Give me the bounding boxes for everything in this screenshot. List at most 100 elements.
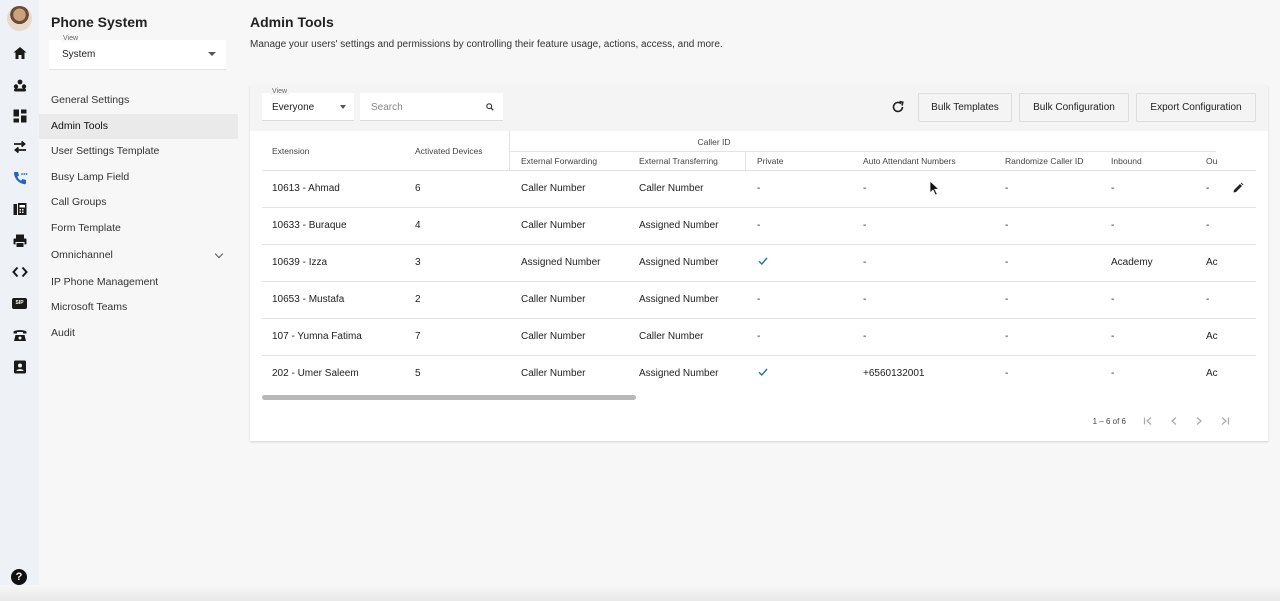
cell-transferring: Caller Number (639, 331, 704, 342)
cell-outbound: - (1206, 220, 1210, 231)
cell-forwarding: Assigned Number (521, 257, 601, 268)
view-filter-select[interactable]: View Everyone (262, 88, 354, 121)
help-icon[interactable]: ? (11, 569, 27, 585)
search-input[interactable] (360, 93, 480, 121)
cell-extension: 202 - Umer Saleem (272, 368, 359, 379)
cell-inbound: - (1111, 331, 1115, 342)
check-icon (758, 368, 768, 377)
row-divider (262, 244, 1256, 245)
cell-devices: 7 (415, 331, 421, 342)
contact-card-icon[interactable] (10, 357, 29, 376)
cell-inbound: - (1111, 220, 1115, 231)
cell-auto-attendant: - (863, 294, 867, 305)
header-bottom-border (262, 170, 1256, 171)
sidebar-item-call-groups[interactable]: Call Groups (39, 190, 238, 215)
view-select-value: System (62, 49, 96, 60)
bottom-shadow (0, 585, 1280, 601)
previous-page-icon[interactable] (1167, 414, 1181, 428)
cell-transferring: Assigned Number (639, 368, 719, 379)
column-header-external-forwarding[interactable]: External Forwarding (521, 156, 597, 166)
sidebar-item-omnichannel[interactable]: Omnichannel (39, 243, 238, 268)
cell-inbound: Academy (1111, 257, 1153, 268)
caret-down-icon (340, 105, 346, 109)
export-configuration-button[interactable]: Export Configuration (1136, 93, 1256, 122)
avatar[interactable] (7, 6, 32, 31)
fax-icon[interactable] (10, 199, 29, 218)
table-toolbar: View Everyone Bulk Templates Bulk Config… (250, 85, 1268, 131)
cell-randomize: - (1005, 257, 1009, 268)
cell-outbound: Ac (1206, 331, 1218, 342)
cell-randomize: - (1005, 183, 1009, 194)
cell-extension: 10633 - Buraque (272, 220, 347, 231)
sidebar-item-audit[interactable]: Audit (39, 321, 238, 346)
admin-table: Caller ID Extension Activated Devices Ex… (262, 131, 1256, 393)
last-page-icon[interactable] (1218, 414, 1232, 428)
next-page-icon[interactable] (1192, 414, 1206, 428)
column-header-inbound[interactable]: Inbound (1111, 156, 1142, 166)
pagination-range: 1 – 6 of 6 (1092, 417, 1126, 426)
cell-auto-attendant: - (863, 183, 867, 194)
cell-transferring: Assigned Number (639, 257, 719, 268)
bulk-templates-button[interactable]: Bulk Templates (918, 93, 1012, 122)
code-icon[interactable] (10, 262, 29, 281)
cell-outbound: - (1206, 294, 1210, 305)
edit-icon[interactable] (1232, 182, 1244, 194)
cell-forwarding: Caller Number (521, 331, 586, 342)
sidebar-item-general-settings[interactable]: General Settings (39, 88, 238, 113)
home-icon[interactable] (10, 43, 29, 62)
view-select[interactable]: View System (49, 35, 226, 70)
column-header-outbound[interactable]: Ou (1206, 156, 1217, 166)
sidebar-item-form-template[interactable]: Form Template (39, 216, 238, 241)
column-header-activated-devices[interactable]: Activated Devices (415, 146, 483, 156)
phone-settings-icon[interactable] (10, 168, 29, 187)
cell-forwarding: Caller Number (521, 294, 586, 305)
sip-icon[interactable]: SIP (10, 294, 29, 313)
caret-down-icon (208, 52, 216, 56)
column-header-randomize-caller-id[interactable]: Randomize Caller ID (1005, 156, 1083, 166)
column-divider (745, 151, 746, 171)
bulk-configuration-button[interactable]: Bulk Configuration (1019, 93, 1129, 122)
app-title: Phone System (51, 14, 148, 30)
column-header-private[interactable]: Private (757, 156, 783, 166)
column-header-external-transferring[interactable]: External Transferring (639, 156, 718, 166)
sidebar: Phone System View System General Setting… (39, 0, 238, 601)
cell-auto-attendant: - (863, 220, 867, 231)
sidebar-item-microsoft-teams[interactable]: Microsoft Teams (39, 295, 238, 320)
printer-icon[interactable] (10, 231, 29, 250)
cell-auto-attendant: +6560132001 (863, 368, 925, 379)
cell-private: - (757, 183, 761, 194)
app-rail: SIP ? (0, 0, 39, 601)
cell-transferring: Assigned Number (639, 220, 719, 231)
transfer-icon[interactable] (10, 137, 29, 156)
cell-devices: 6 (415, 183, 421, 194)
cell-private: - (757, 294, 761, 305)
dashboard-icon[interactable] (10, 106, 29, 125)
view-filter-label: View (270, 88, 290, 95)
row-divider (262, 207, 1256, 208)
page-subtitle: Manage your users' settings and permissi… (250, 39, 723, 50)
sidebar-item-user-settings-template[interactable]: User Settings Template (39, 139, 238, 164)
column-header-auto-attendant-numbers[interactable]: Auto Attendant Numbers (863, 156, 956, 166)
desk-phone-icon[interactable] (10, 325, 29, 344)
main-content: Admin Tools Manage your users' settings … (238, 0, 1280, 601)
cell-forwarding: Caller Number (521, 368, 586, 379)
cell-randomize: - (1005, 220, 1009, 231)
cell-inbound: - (1111, 368, 1115, 379)
horizontal-scrollbar[interactable] (262, 395, 636, 400)
sidebar-item-admin-tools[interactable]: Admin Tools (39, 114, 238, 139)
column-header-extension[interactable]: Extension (272, 146, 309, 156)
check-icon (758, 257, 768, 266)
row-divider (262, 318, 1256, 319)
cell-transferring: Assigned Number (639, 294, 719, 305)
refresh-icon[interactable] (890, 99, 906, 115)
cell-outbound: Ac (1206, 368, 1218, 379)
search-box (360, 93, 503, 121)
sidebar-item-busy-lamp-field[interactable]: Busy Lamp Field (39, 165, 238, 190)
first-page-icon[interactable] (1141, 414, 1155, 428)
sidebar-item-label: Omnichannel (51, 249, 113, 261)
sidebar-item-ip-phone-management[interactable]: IP Phone Management (39, 270, 238, 295)
search-icon[interactable] (486, 103, 494, 111)
cell-devices: 3 (415, 257, 421, 268)
sip-icon-label: SIP (12, 298, 27, 309)
contacts-icon[interactable] (10, 75, 29, 94)
